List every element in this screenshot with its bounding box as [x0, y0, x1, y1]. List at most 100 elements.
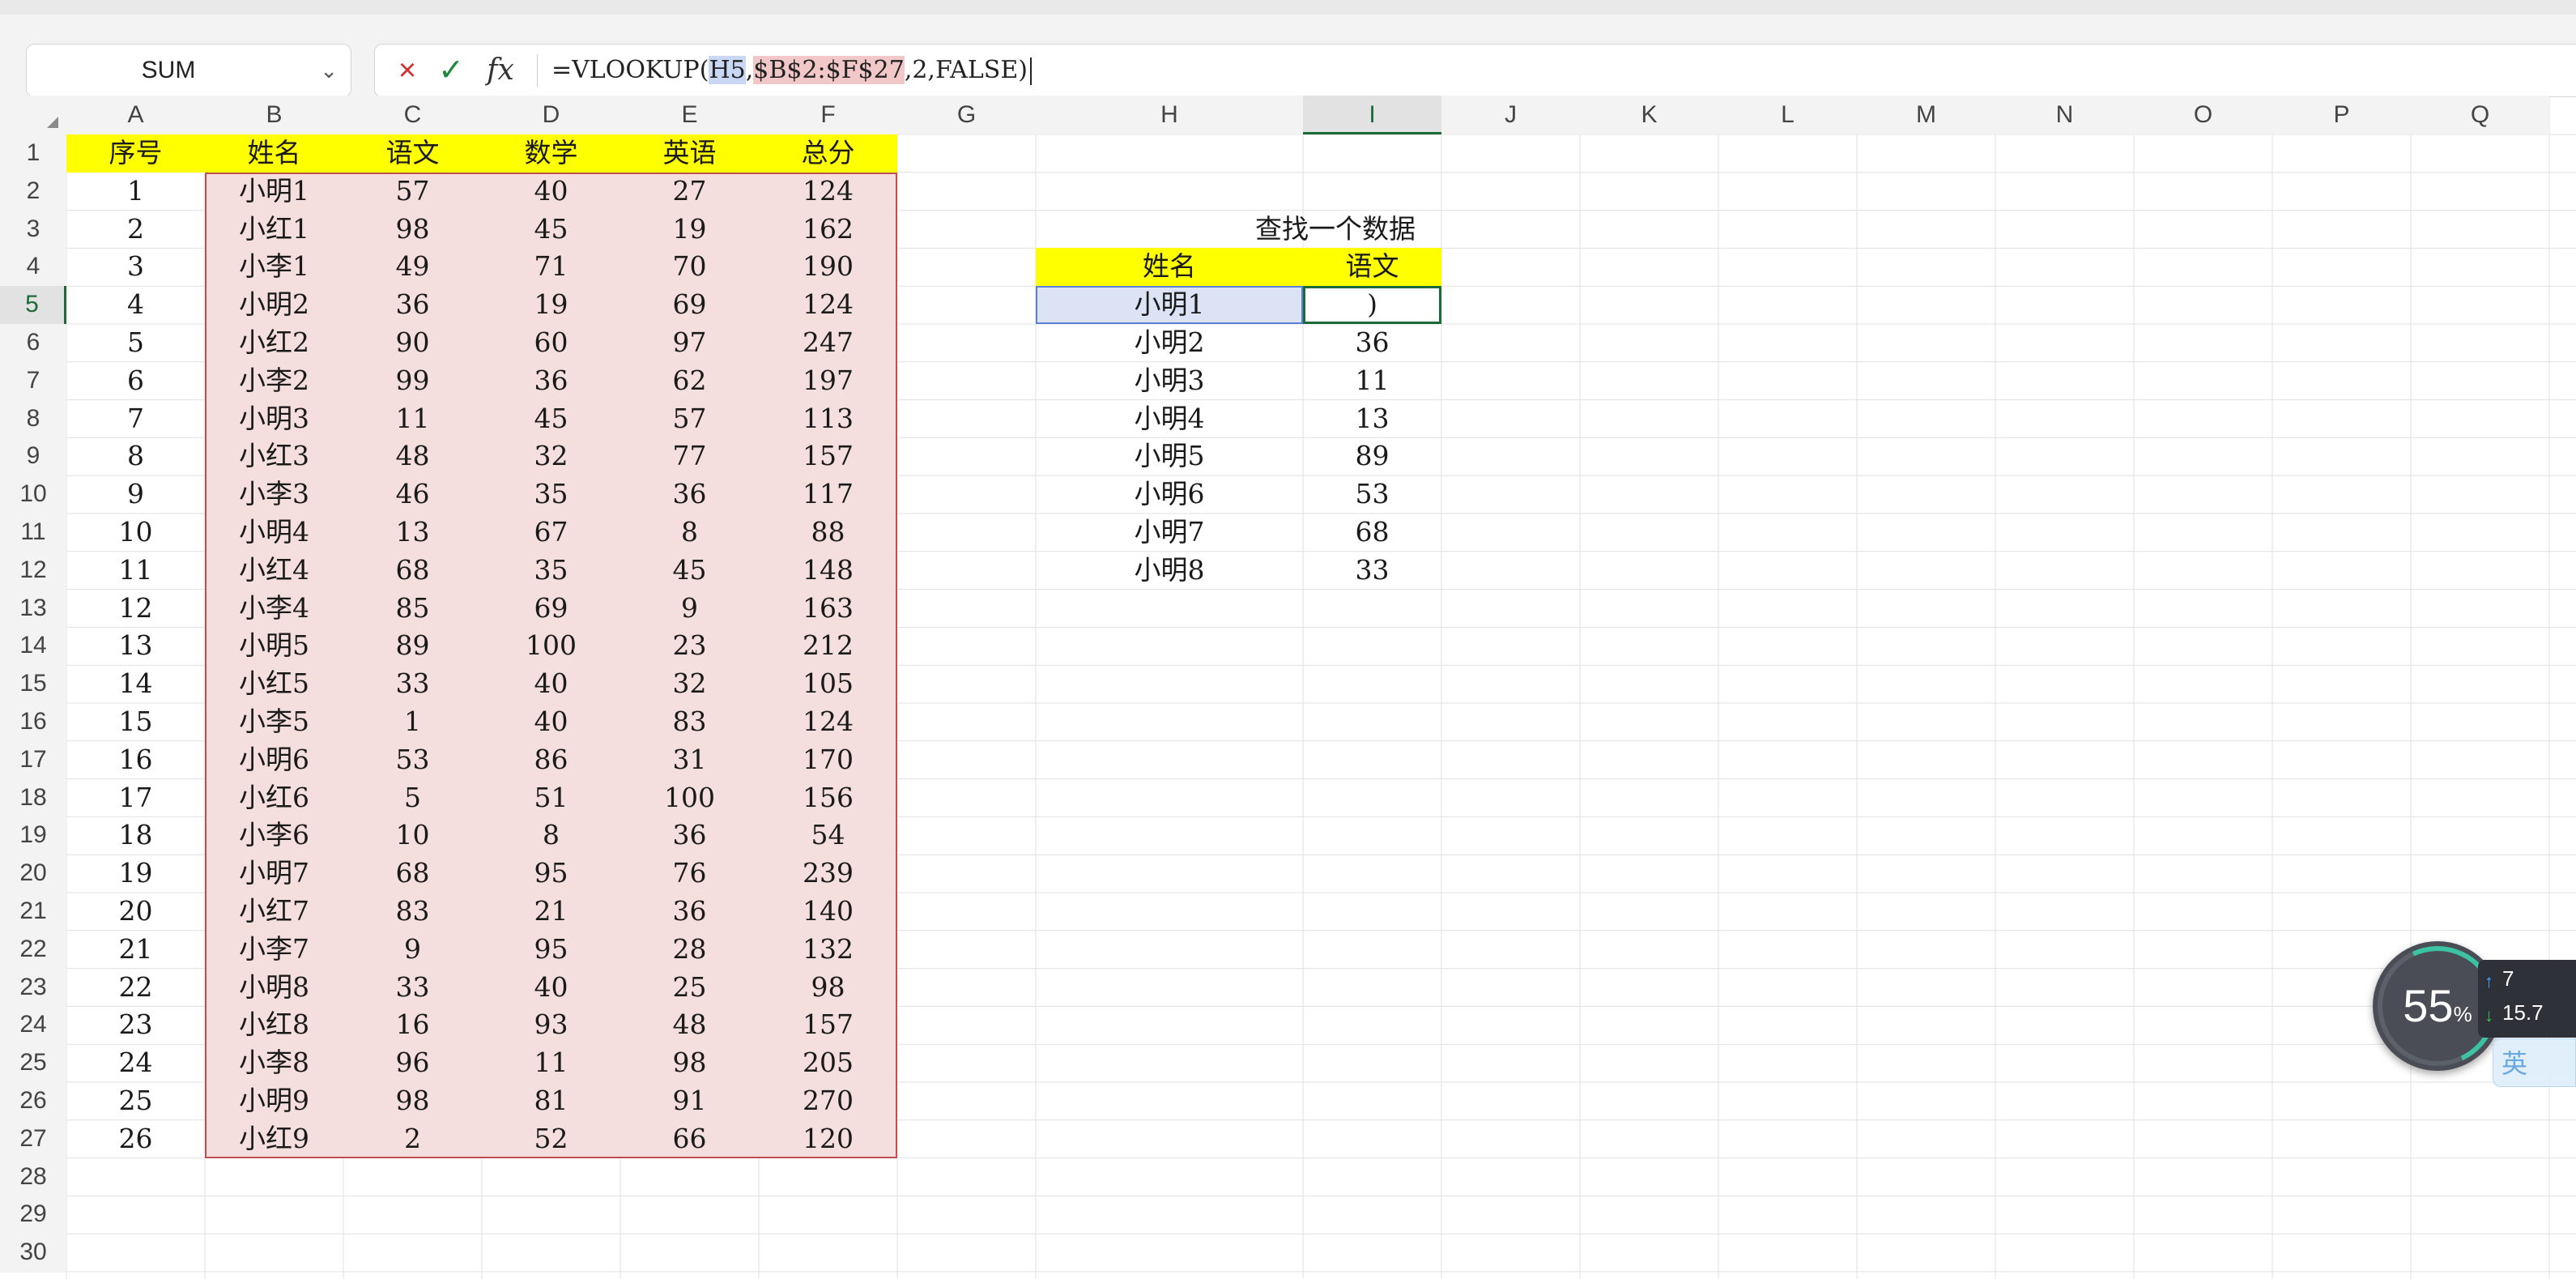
- row-header-27[interactable]: 27: [0, 1119, 66, 1158]
- table-cell[interactable]: 81: [482, 1082, 620, 1120]
- table-cell[interactable]: 8: [620, 514, 759, 552]
- table-cell[interactable]: 23: [620, 627, 759, 666]
- table-cell[interactable]: 93: [482, 1006, 620, 1045]
- table-cell[interactable]: 6: [66, 362, 205, 400]
- table-cell[interactable]: 9: [66, 475, 205, 514]
- table-cell[interactable]: 8: [66, 437, 205, 475]
- table-cell[interactable]: 19: [482, 286, 620, 324]
- table-cell[interactable]: 124: [759, 703, 897, 741]
- column-header-n[interactable]: N: [1995, 96, 2134, 134]
- select-all-corner[interactable]: [0, 96, 66, 134]
- lookup-name-cell[interactable]: 小明7: [1036, 514, 1303, 552]
- table-header-cell[interactable]: 英语: [620, 134, 759, 173]
- table-cell[interactable]: 3: [66, 248, 205, 286]
- table-cell[interactable]: 小明2: [205, 286, 343, 324]
- table-cell[interactable]: 40: [482, 968, 620, 1007]
- table-cell[interactable]: 95: [482, 930, 620, 969]
- table-cell[interactable]: 148: [759, 551, 897, 590]
- table-cell[interactable]: 132: [759, 930, 897, 969]
- row-header-8[interactable]: 8: [0, 399, 66, 438]
- column-header-i[interactable]: I: [1303, 96, 1441, 134]
- table-cell[interactable]: 18: [66, 816, 205, 855]
- name-box[interactable]: SUM ⌄: [26, 44, 351, 97]
- table-cell[interactable]: 小红2: [205, 324, 343, 362]
- lookup-value-cell[interactable]: ): [1303, 286, 1441, 324]
- lookup-value-cell[interactable]: 33: [1303, 552, 1441, 590]
- column-header-q[interactable]: Q: [2411, 96, 2549, 134]
- table-cell[interactable]: 100: [620, 778, 759, 817]
- row-header-7[interactable]: 7: [0, 361, 66, 400]
- table-cell[interactable]: 小李1: [205, 248, 343, 287]
- row-header-22[interactable]: 22: [0, 930, 66, 969]
- table-cell[interactable]: 62: [620, 361, 759, 400]
- ime-language-badge[interactable]: 英: [2493, 1038, 2576, 1087]
- table-cell[interactable]: 28: [620, 930, 759, 969]
- table-cell[interactable]: 13: [343, 514, 482, 552]
- table-cell[interactable]: 46: [343, 475, 482, 514]
- table-cell[interactable]: 190: [759, 248, 897, 287]
- table-cell[interactable]: 8: [482, 816, 620, 855]
- table-cell[interactable]: 48: [343, 437, 482, 476]
- lookup-name-cell[interactable]: 小明2: [1036, 324, 1303, 362]
- table-cell[interactable]: 7: [66, 400, 205, 438]
- table-cell[interactable]: 205: [759, 1044, 897, 1082]
- table-cell[interactable]: 13: [66, 627, 205, 665]
- confirm-icon[interactable]: ✓: [430, 45, 472, 96]
- table-cell[interactable]: 小红6: [205, 778, 343, 817]
- lookup-value-cell[interactable]: 13: [1303, 400, 1441, 438]
- table-cell[interactable]: 98: [343, 1082, 482, 1120]
- table-cell[interactable]: 124: [759, 286, 897, 324]
- lookup-name-cell[interactable]: 小明6: [1036, 475, 1303, 514]
- column-header-m[interactable]: M: [1857, 96, 1995, 134]
- cancel-icon[interactable]: ×: [386, 45, 428, 96]
- row-header-20[interactable]: 20: [0, 855, 66, 893]
- table-cell[interactable]: 21: [482, 893, 620, 931]
- table-cell[interactable]: 小红7: [205, 893, 343, 931]
- table-cell[interactable]: 36: [343, 286, 482, 324]
- column-header-j[interactable]: J: [1441, 96, 1580, 134]
- table-cell[interactable]: 91: [620, 1082, 759, 1120]
- column-header-h[interactable]: H: [1036, 96, 1303, 134]
- table-cell[interactable]: 小明1: [205, 172, 343, 211]
- table-cell[interactable]: 11: [482, 1044, 620, 1082]
- table-cell[interactable]: 27: [620, 172, 759, 211]
- table-cell[interactable]: 212: [759, 627, 897, 666]
- table-cell[interactable]: 157: [759, 1006, 897, 1045]
- lookup-header-name[interactable]: 姓名: [1036, 248, 1303, 287]
- table-cell[interactable]: 19: [620, 210, 759, 249]
- table-cell[interactable]: 40: [482, 703, 620, 741]
- column-header-l[interactable]: L: [1718, 96, 1857, 134]
- table-cell[interactable]: 14: [66, 665, 205, 703]
- table-cell[interactable]: 69: [620, 286, 759, 324]
- lookup-value-cell[interactable]: 11: [1303, 362, 1441, 400]
- table-cell[interactable]: 35: [482, 551, 620, 590]
- table-cell[interactable]: 4: [66, 286, 205, 324]
- table-cell[interactable]: 20: [66, 893, 205, 931]
- table-cell[interactable]: 小明8: [205, 968, 343, 1007]
- table-cell[interactable]: 83: [620, 703, 759, 741]
- table-cell[interactable]: 162: [759, 210, 897, 249]
- formula-input-container[interactable]: × ✓ fx =VLOOKUP(H5,$B$2:$F$27,2,FALSE): [374, 44, 2576, 97]
- row-header-2[interactable]: 2: [0, 172, 66, 211]
- row-header-30[interactable]: 30: [0, 1234, 66, 1272]
- row-header-5[interactable]: 5: [0, 286, 66, 324]
- table-cell[interactable]: 1: [343, 703, 482, 741]
- table-cell[interactable]: 66: [620, 1119, 759, 1158]
- table-cell[interactable]: 11: [343, 399, 482, 438]
- table-cell[interactable]: 40: [482, 172, 620, 211]
- table-cell[interactable]: 小李5: [205, 703, 343, 741]
- row-header-14[interactable]: 14: [0, 627, 66, 666]
- table-cell[interactable]: 10: [66, 514, 205, 552]
- table-cell[interactable]: 小李8: [205, 1044, 343, 1082]
- table-cell[interactable]: 小李3: [205, 475, 343, 514]
- table-cell[interactable]: 57: [620, 399, 759, 438]
- column-header-f[interactable]: F: [759, 96, 897, 134]
- table-cell[interactable]: 小明3: [205, 399, 343, 438]
- table-cell[interactable]: 33: [343, 665, 482, 703]
- table-cell[interactable]: 247: [759, 324, 897, 362]
- table-cell[interactable]: 12: [66, 590, 205, 628]
- row-header-29[interactable]: 29: [0, 1196, 66, 1234]
- table-cell[interactable]: 19: [66, 855, 205, 893]
- network-speed-panel[interactable]: ↑ 7 ↓ 15.7: [2478, 960, 2576, 1038]
- table-cell[interactable]: 53: [343, 740, 482, 779]
